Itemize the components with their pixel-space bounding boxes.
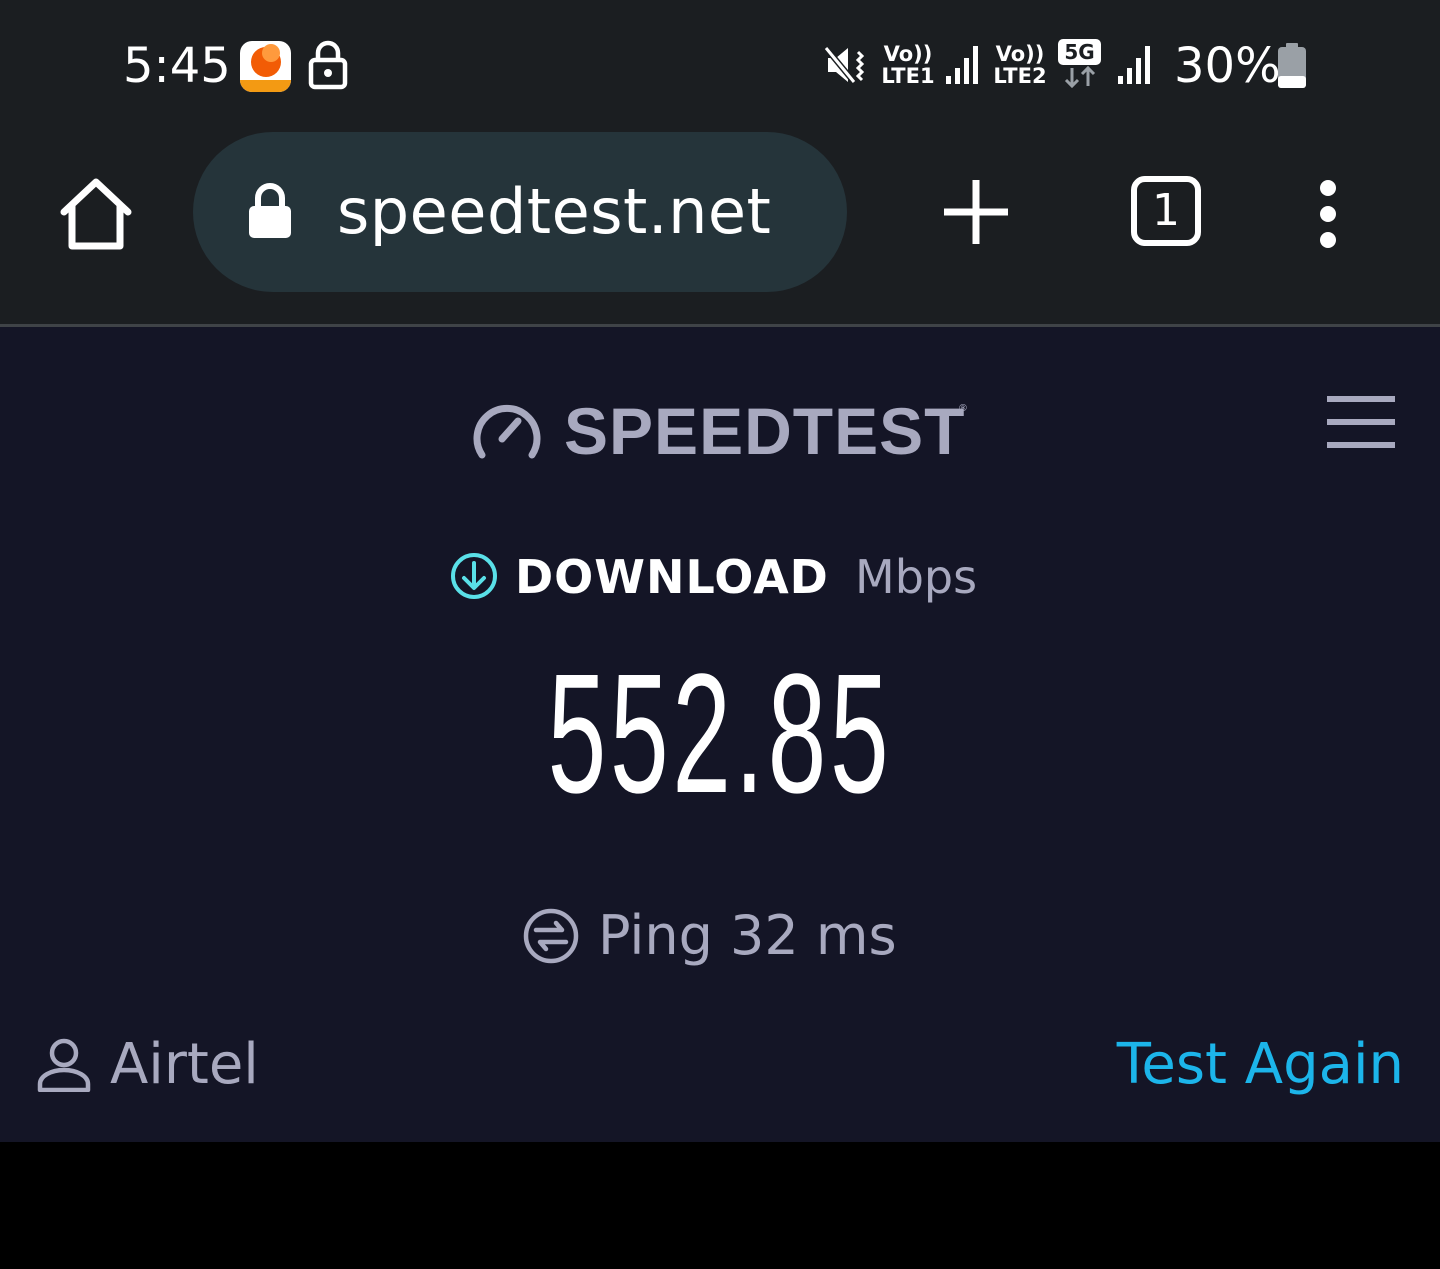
ping-row: Ping 32 ms	[522, 903, 942, 969]
sim1-indicator: Vo)) LTE1	[880, 43, 936, 87]
phone-screen: 5:45 Vo)) LTE1 Vo)) LTE2 5G 30% speedtes…	[0, 0, 1440, 1269]
app-notification-icon	[240, 41, 291, 92]
tab-switcher-button[interactable]: 1	[1131, 176, 1201, 246]
ping-icon	[523, 908, 579, 964]
brand-name: SPEEDTEST	[564, 394, 966, 468]
status-time: 5:45	[123, 38, 231, 94]
download-speed-value: 552.85	[547, 639, 893, 829]
secure-lock-icon[interactable]	[247, 182, 293, 240]
isp-info: Airtel	[36, 1032, 336, 1098]
sim2-network-label: LTE2	[993, 64, 1047, 88]
bottom-blank-area	[0, 1142, 1440, 1269]
user-icon	[37, 1038, 91, 1092]
url-text[interactable]: speedtest.net	[337, 176, 771, 248]
gauge-icon	[473, 404, 541, 459]
sim1-network-label: LTE1	[881, 64, 935, 88]
lock-icon	[308, 40, 348, 90]
download-header: DOWNLOAD Mbps	[449, 549, 1009, 605]
signal-strength-icon	[1118, 46, 1150, 84]
vertical-dots-icon[interactable]	[1308, 178, 1348, 250]
test-again-link[interactable]: Test Again	[1080, 1032, 1404, 1098]
speedtest-logo[interactable]: SPEEDTEST ®	[472, 393, 972, 469]
data-activity-icon	[1064, 66, 1096, 88]
download-label: DOWNLOAD	[515, 550, 829, 604]
battery-icon	[1278, 43, 1306, 88]
registered-mark: ®	[958, 403, 968, 414]
sim2-indicator: Vo)) LTE2	[992, 43, 1048, 87]
address-bar[interactable]: speedtest.net	[193, 132, 847, 292]
sim1-volte-label: Vo))	[883, 42, 933, 66]
sim2-volte-label: Vo))	[995, 42, 1045, 66]
vibrate-mute-icon	[824, 46, 865, 84]
signal-strength-icon	[946, 46, 978, 84]
hamburger-menu-icon[interactable]	[1325, 395, 1397, 449]
status-bar: 5:45 Vo)) LTE1 Vo)) LTE2 5G 30%	[0, 0, 1440, 130]
download-arrow-icon	[451, 553, 497, 599]
plus-icon[interactable]	[940, 176, 1012, 248]
browser-toolbar: speedtest.net 1	[0, 130, 1440, 324]
network-type-badge: 5G	[1058, 39, 1101, 65]
speedtest-page: SPEEDTEST ® DOWNLOAD Mbps 552.85 Ping 32…	[0, 327, 1440, 1142]
ping-value: Ping 32 ms	[598, 904, 897, 967]
home-icon[interactable]	[56, 174, 136, 254]
isp-name: Airtel	[110, 1032, 259, 1097]
download-unit: Mbps	[855, 550, 978, 604]
battery-percent: 30%	[1174, 38, 1281, 94]
